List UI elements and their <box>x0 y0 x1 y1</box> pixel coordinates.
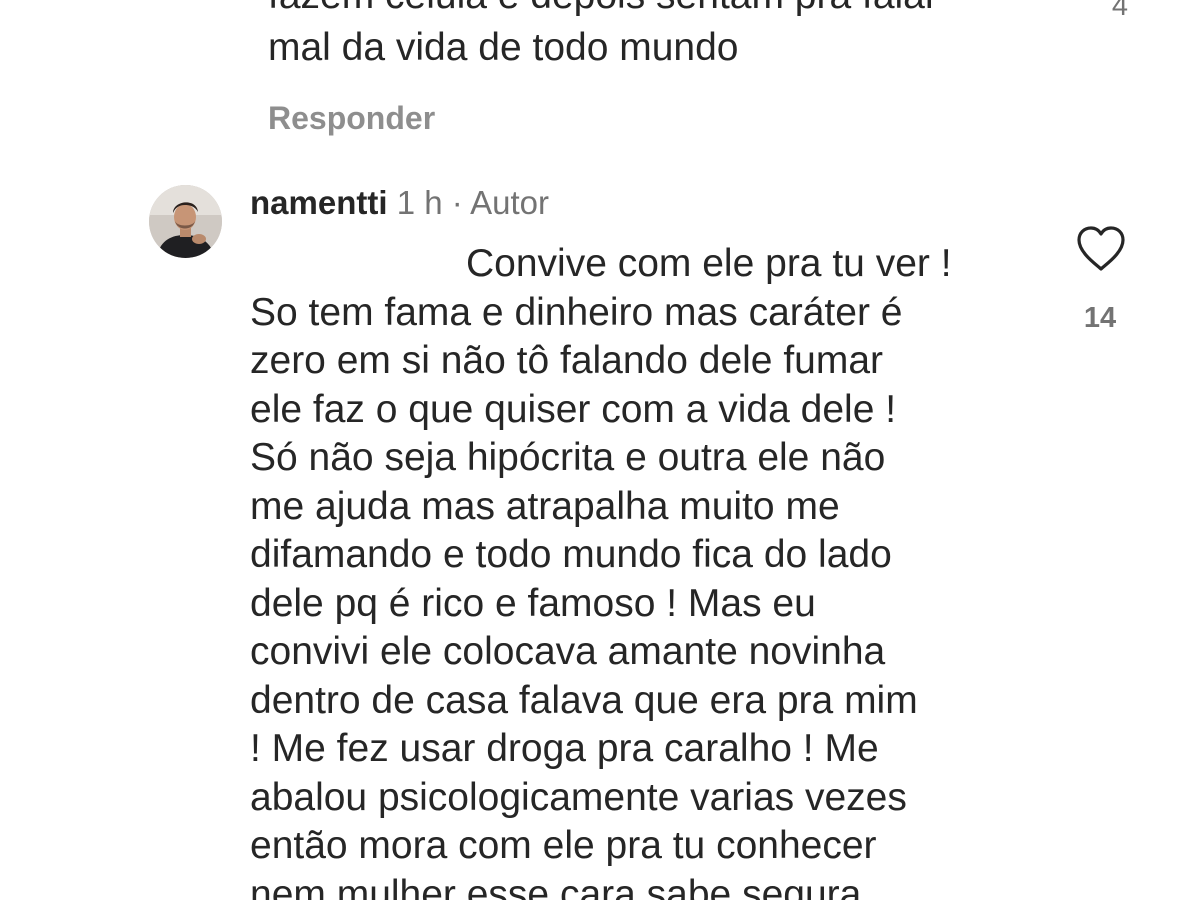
heart-outline-icon[interactable] <box>1075 225 1127 273</box>
comment-text-line: nem mulher esse cara sabe segura <box>250 872 862 900</box>
comment-meta: namentti 1 h · Autor <box>250 183 549 223</box>
comment-text-line: ! Me fez usar droga pra caralho ! Me <box>250 727 879 770</box>
like-count: 14 <box>1083 302 1117 334</box>
comment-text-line: zero em si não tô falando dele fumar <box>250 339 884 382</box>
previous-comment-text-line: mal da vida de todo mundo <box>268 26 739 69</box>
username-link[interactable]: namentti <box>250 184 388 221</box>
comment-text-line: difamando e todo mundo fica do lado <box>250 533 892 576</box>
comment-text-line: me ajuda mas atrapalha muito me <box>250 484 840 528</box>
comment-text: Convive com ele pra tu ver ! So tem fama… <box>250 240 1030 900</box>
comment-text-line: dele pq é rico e famoso ! Mas eu <box>250 581 816 625</box>
comment-text-line: So tem fama e dinheiro mas caráter é <box>250 290 903 334</box>
avatar-photo <box>149 185 222 258</box>
comment-text-line: então mora com ele pra tu conhecer <box>250 824 877 867</box>
author-badge: Autor <box>470 184 549 221</box>
comment-text-line: convivi ele colocava amante novinha <box>250 630 886 673</box>
comment-text-line: ele faz o que quiser com a vida dele ! <box>250 387 897 431</box>
previous-comment-like-count: 4 <box>1111 0 1129 22</box>
comment-text-line: Só não seja hipócrita e outra ele não <box>250 436 886 479</box>
reply-button[interactable]: Responder <box>268 100 435 137</box>
comment-timestamp: 1 h <box>396 184 443 221</box>
comment-text-line: Convive com ele pra tu ver ! <box>466 242 952 285</box>
meta-separator: · <box>451 184 463 221</box>
comment-thread: fazem célula e depois sentam pra falar m… <box>0 0 1200 900</box>
previous-comment-text-line: fazem célula e depois sentam pra falar <box>268 0 938 20</box>
avatar[interactable] <box>149 185 222 258</box>
comment-text-line: abalou psicologicamente varias vezes <box>250 775 907 819</box>
comment-text-line: dentro de casa falava que era pra mim <box>250 678 918 722</box>
